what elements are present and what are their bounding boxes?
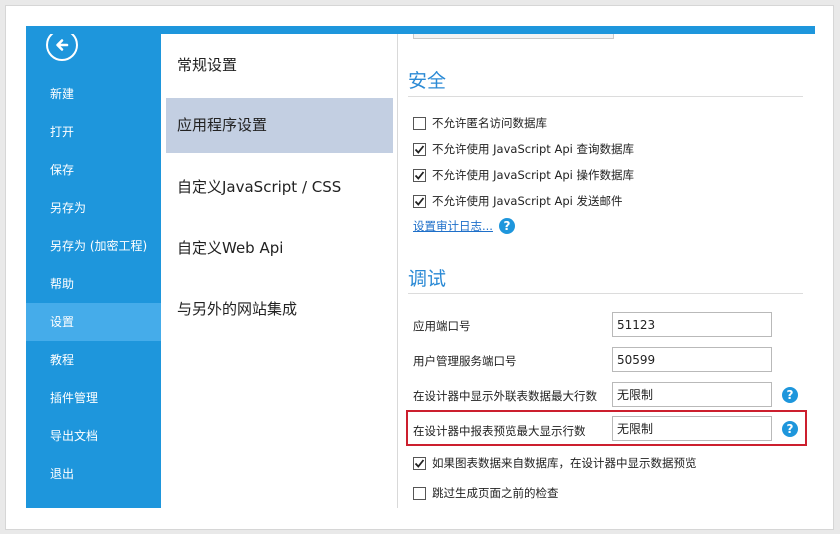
- audit-log-row: 设置审计日志... ?: [413, 218, 515, 234]
- checkbox-checked[interactable]: [413, 456, 426, 470]
- backstage-nav: 新建 打开 保存 另存为 另存为 (加密工程) 帮助 设置 教程 插件管理 导出…: [26, 26, 161, 508]
- nav-item-tutorial[interactable]: 教程: [26, 341, 161, 379]
- category-label: 应用程序设置: [177, 116, 268, 134]
- option-label: 不允许使用 JavaScript Api 查询数据库: [432, 142, 634, 156]
- section-title-security: 安全: [408, 70, 447, 92]
- option-anonymous-access[interactable]: 不允许匿名访问数据库: [413, 114, 547, 132]
- nav-item-label: 另存为 (加密工程): [50, 239, 148, 253]
- nav-item-label: 另存为: [50, 201, 87, 215]
- field-label-app-port: 应用端口号: [413, 319, 471, 333]
- arrow-left-circle-icon: [56, 39, 69, 51]
- previous-field-edge: [413, 34, 614, 39]
- option-js-api-email[interactable]: 不允许使用 JavaScript Api 发送邮件: [413, 192, 622, 210]
- report-preview-max-rows-input[interactable]: [612, 416, 772, 441]
- nav-item-exit[interactable]: 退出: [26, 455, 161, 493]
- category-custom-js-css[interactable]: 自定义JavaScript / CSS: [166, 160, 393, 215]
- option-skip-pre-generate-check[interactable]: 跳过生成页面之前的检查: [413, 484, 559, 502]
- nav-item-label: 插件管理: [50, 391, 99, 405]
- checkmark-icon: [414, 144, 425, 154]
- option-chart-data-preview[interactable]: 如果图表数据来自数据库，在设计器中显示数据预览: [413, 454, 697, 472]
- nav-item-save-as-encrypted[interactable]: 另存为 (加密工程): [26, 227, 161, 265]
- nav-item-label: 教程: [50, 353, 75, 367]
- audit-log-link[interactable]: 设置审计日志...: [413, 218, 493, 234]
- checkmark-icon: [414, 196, 425, 206]
- settings-category-list: 常规设置 应用程序设置 自定义JavaScript / CSS 自定义Web A…: [161, 34, 397, 508]
- category-label: 自定义Web Api: [177, 239, 284, 257]
- category-site-integration[interactable]: 与另外的网站集成: [166, 282, 393, 337]
- top-accent-bar: [26, 26, 815, 34]
- option-label: 不允许匿名访问数据库: [432, 116, 547, 130]
- category-label: 自定义JavaScript / CSS: [177, 178, 342, 196]
- nav-item-label: 保存: [50, 163, 75, 177]
- option-label: 跳过生成页面之前的检查: [432, 486, 559, 500]
- nav-item-save[interactable]: 保存: [26, 151, 161, 189]
- category-label: 与另外的网站集成: [177, 300, 298, 318]
- checkbox-checked[interactable]: [413, 168, 426, 182]
- option-label: 如果图表数据来自数据库，在设计器中显示数据预览: [432, 456, 697, 470]
- settings-content: 安全 不允许匿名访问数据库 不允许使用 JavaScript Api 查询数据库…: [398, 34, 815, 508]
- nav-item-open[interactable]: 打开: [26, 113, 161, 151]
- checkbox[interactable]: [413, 116, 426, 130]
- nav-item-new[interactable]: 新建: [26, 75, 161, 113]
- nav-item-export-doc[interactable]: 导出文档: [26, 417, 161, 455]
- option-js-api-modify[interactable]: 不允许使用 JavaScript Api 操作数据库: [413, 166, 634, 184]
- nav-item-plugins[interactable]: 插件管理: [26, 379, 161, 417]
- checkbox-checked[interactable]: [413, 194, 426, 208]
- checkbox-checked[interactable]: [413, 142, 426, 156]
- nav-item-label: 导出文档: [50, 429, 99, 443]
- category-label: 常规设置: [177, 56, 238, 74]
- checkmark-icon: [414, 170, 425, 180]
- external-table-max-rows-input[interactable]: [612, 382, 772, 407]
- checkmark-icon: [414, 458, 425, 468]
- field-label-report-preview-max-rows: 在设计器中报表预览最大显示行数: [413, 424, 586, 438]
- app-port-input[interactable]: [612, 312, 772, 337]
- nav-item-settings[interactable]: 设置: [26, 303, 161, 341]
- section-title-debug: 调试: [408, 268, 447, 290]
- user-service-port-input[interactable]: [612, 347, 772, 372]
- field-label-external-table-max-rows: 在设计器中显示外联表数据最大行数: [413, 389, 597, 403]
- field-label-user-service-port: 用户管理服务端口号: [413, 354, 517, 368]
- option-label: 不允许使用 JavaScript Api 发送邮件: [432, 194, 623, 208]
- checkbox[interactable]: [413, 486, 426, 500]
- help-icon[interactable]: ?: [782, 387, 798, 403]
- option-label: 不允许使用 JavaScript Api 操作数据库: [432, 168, 634, 182]
- nav-item-save-as[interactable]: 另存为: [26, 189, 161, 227]
- nav-item-label: 退出: [50, 467, 75, 481]
- help-icon[interactable]: ?: [498, 218, 515, 234]
- nav-item-label: 新建: [50, 87, 75, 101]
- section-divider: [408, 96, 803, 97]
- nav-item-help[interactable]: 帮助: [26, 265, 161, 303]
- nav-item-label: 设置: [50, 315, 75, 329]
- option-js-api-query[interactable]: 不允许使用 JavaScript Api 查询数据库: [413, 140, 634, 158]
- category-application[interactable]: 应用程序设置: [166, 98, 393, 153]
- help-icon[interactable]: ?: [782, 421, 798, 437]
- nav-item-label: 帮助: [50, 277, 75, 291]
- category-custom-web-api[interactable]: 自定义Web Api: [166, 221, 393, 276]
- category-general[interactable]: 常规设置: [166, 38, 393, 93]
- section-divider: [408, 293, 803, 294]
- nav-item-label: 打开: [50, 125, 75, 139]
